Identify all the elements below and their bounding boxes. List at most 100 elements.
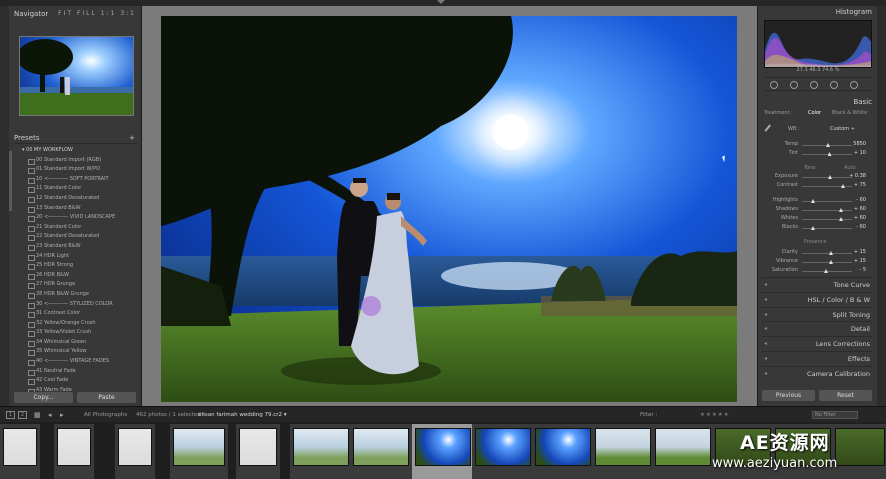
preset-item[interactable]: 20 <———— VIVID LANDSCAPE xyxy=(14,213,138,223)
filmstrip-thumbnail[interactable] xyxy=(350,424,412,479)
preset-item[interactable]: 32 Yellow/Orange Crush xyxy=(14,319,138,329)
section-1[interactable]: HSL / Color / B & W xyxy=(762,291,872,307)
slider-track[interactable] xyxy=(802,177,852,178)
filmstrip-thumbnail[interactable] xyxy=(115,424,155,479)
previous-button[interactable]: Previous xyxy=(762,390,815,401)
filmstrip-thumbnail[interactable] xyxy=(472,424,534,479)
filmstrip-thumbnail[interactable] xyxy=(290,424,352,479)
treatment-color[interactable]: Color xyxy=(808,110,821,116)
section-4[interactable]: Lens Corrections xyxy=(762,336,872,351)
crop-tool-icon[interactable] xyxy=(770,81,778,89)
filmstrip-thumbnail[interactable] xyxy=(832,424,886,479)
slider-value[interactable]: + 60 xyxy=(854,215,866,221)
filmstrip-thumbnail[interactable] xyxy=(54,424,94,479)
preset-folder[interactable]: ▾ 00 MY WORKFLOW xyxy=(14,146,138,156)
slider-clarity[interactable]: Clarity + 15 xyxy=(764,249,872,257)
slider-track[interactable] xyxy=(802,262,852,263)
presets-scrollbar[interactable] xyxy=(9,151,12,211)
preset-item[interactable]: 12 Standard Desaturated xyxy=(14,194,138,204)
preset-item[interactable]: 27 HDR Grunge xyxy=(14,280,138,290)
slider-value[interactable]: + 15 xyxy=(854,249,866,255)
slider-track[interactable] xyxy=(802,219,852,220)
preset-item[interactable]: 41 Neutral Fade xyxy=(14,367,138,377)
slider-blacks[interactable]: Blacks - 60 xyxy=(764,224,872,232)
slider-value[interactable]: + 15 xyxy=(854,258,866,264)
filter-select[interactable]: No Filter xyxy=(812,411,858,419)
slider-value[interactable]: + 75 xyxy=(854,182,866,188)
right-panel-edge[interactable] xyxy=(877,6,886,406)
section-3[interactable]: Detail xyxy=(762,321,872,336)
navigator-zoom-options[interactable]: FIT FILL 1:1 3:1 xyxy=(58,8,136,20)
filmstrip-thumbnail[interactable] xyxy=(412,424,474,479)
section-2[interactable]: Split Toning xyxy=(762,306,872,322)
filmstrip-thumbnail[interactable] xyxy=(652,424,714,479)
source-label[interactable]: All Photographs xyxy=(84,407,127,423)
filmstrip-thumbnail[interactable] xyxy=(236,424,280,479)
slider-value[interactable]: - 60 xyxy=(856,224,866,230)
preset-item[interactable]: 31 Contrast Color xyxy=(14,309,138,319)
navigator-header[interactable]: Navigator FIT FILL 1:1 3:1 xyxy=(14,8,138,20)
filmstrip-thumbnail[interactable] xyxy=(592,424,654,479)
preset-item[interactable]: 33 Yellow/Violet Crush xyxy=(14,328,138,338)
filmstrip-thumbnail[interactable] xyxy=(532,424,594,479)
preset-item[interactable]: 26 HDR B&W xyxy=(14,271,138,281)
graduated-filter-icon[interactable] xyxy=(830,81,838,89)
preset-item[interactable]: 01 Standard Import W/PO xyxy=(14,165,138,175)
preset-item[interactable]: 40 <———— VINTAGE FADES xyxy=(14,357,138,367)
slider-exposure[interactable]: Exposure + 0.38 xyxy=(764,173,872,181)
slider-temp[interactable]: Temp 5850 xyxy=(764,141,872,149)
filename-label[interactable]: ehsan farimah wedding 79.cr2 ▾ xyxy=(198,407,287,423)
slider-tint[interactable]: Tint + 10 xyxy=(764,150,872,158)
main-photo[interactable] xyxy=(161,16,737,402)
navigator-preview[interactable] xyxy=(19,36,134,116)
top-panel-toggle-icon[interactable] xyxy=(437,0,445,4)
paste-button[interactable]: Paste xyxy=(77,392,136,403)
rating-filter-stars[interactable]: ★★★★★ xyxy=(700,407,730,423)
left-panel-edge[interactable] xyxy=(0,6,9,406)
slider-track[interactable] xyxy=(802,154,852,155)
page-2-button[interactable]: 2 xyxy=(18,411,27,419)
filmstrip-thumbnail[interactable] xyxy=(170,424,228,479)
back-arrow-icon[interactable]: ◂ xyxy=(48,407,52,423)
slider-track[interactable] xyxy=(802,201,852,202)
slider-value[interactable]: 5850 xyxy=(853,141,866,147)
copy-button[interactable]: Copy... xyxy=(14,392,73,403)
preset-item[interactable]: 22 Standard Desaturated xyxy=(14,232,138,242)
slider-track[interactable] xyxy=(802,228,852,229)
add-preset-icon[interactable]: + xyxy=(129,132,135,144)
preset-item[interactable]: 35 Whimsical Yellow xyxy=(14,347,138,357)
slider-value[interactable]: + 0.38 xyxy=(849,173,866,179)
section-0[interactable]: Tone Curve xyxy=(762,277,872,292)
preset-item[interactable]: 11 Standard Color xyxy=(14,184,138,194)
red-eye-icon[interactable] xyxy=(810,81,818,89)
preset-item[interactable]: 10 <———— SOFT PORTRAIT xyxy=(14,175,138,185)
basic-panel-title[interactable]: Basic xyxy=(762,98,872,106)
reset-button[interactable]: Reset xyxy=(819,390,872,401)
preset-item[interactable]: 23 Standard B&W xyxy=(14,242,138,252)
wb-select[interactable]: Custom ÷ xyxy=(830,126,855,132)
auto-tone-button[interactable]: Auto xyxy=(844,165,856,171)
preset-item[interactable]: 42 Cool Fade xyxy=(14,376,138,386)
page-1-button[interactable]: 1 xyxy=(6,411,15,419)
filmstrip-thumbnail[interactable] xyxy=(0,424,40,479)
section-5[interactable]: Effects xyxy=(762,351,872,366)
treatment-bw[interactable]: Black & White xyxy=(832,110,867,116)
slider-value[interactable]: - 60 xyxy=(856,197,866,203)
presets-header[interactable]: Presets + xyxy=(14,132,138,144)
histogram-graph[interactable] xyxy=(764,20,872,68)
slider-track[interactable] xyxy=(802,186,852,187)
slider-whites[interactable]: Whites + 60 xyxy=(764,215,872,223)
slider-value[interactable]: + 60 xyxy=(854,206,866,212)
preset-item[interactable]: 34 Whimsical Green xyxy=(14,338,138,348)
slider-value[interactable]: + 10 xyxy=(854,150,866,156)
forward-arrow-icon[interactable]: ▸ xyxy=(60,407,64,423)
slider-track[interactable] xyxy=(802,210,852,211)
slider-highlights[interactable]: Highlights - 60 xyxy=(764,197,872,205)
preset-item[interactable]: 00 Standard Import (RGB) xyxy=(14,156,138,166)
spot-removal-icon[interactable] xyxy=(790,81,798,89)
preset-item[interactable]: 21 Standard Color xyxy=(14,223,138,233)
slider-shadows[interactable]: Shadows + 60 xyxy=(764,206,872,214)
preset-item[interactable]: 24 HDR Light xyxy=(14,252,138,262)
slider-value[interactable]: - 5 xyxy=(859,267,866,273)
preset-item[interactable]: 13 Standard B&W xyxy=(14,204,138,214)
